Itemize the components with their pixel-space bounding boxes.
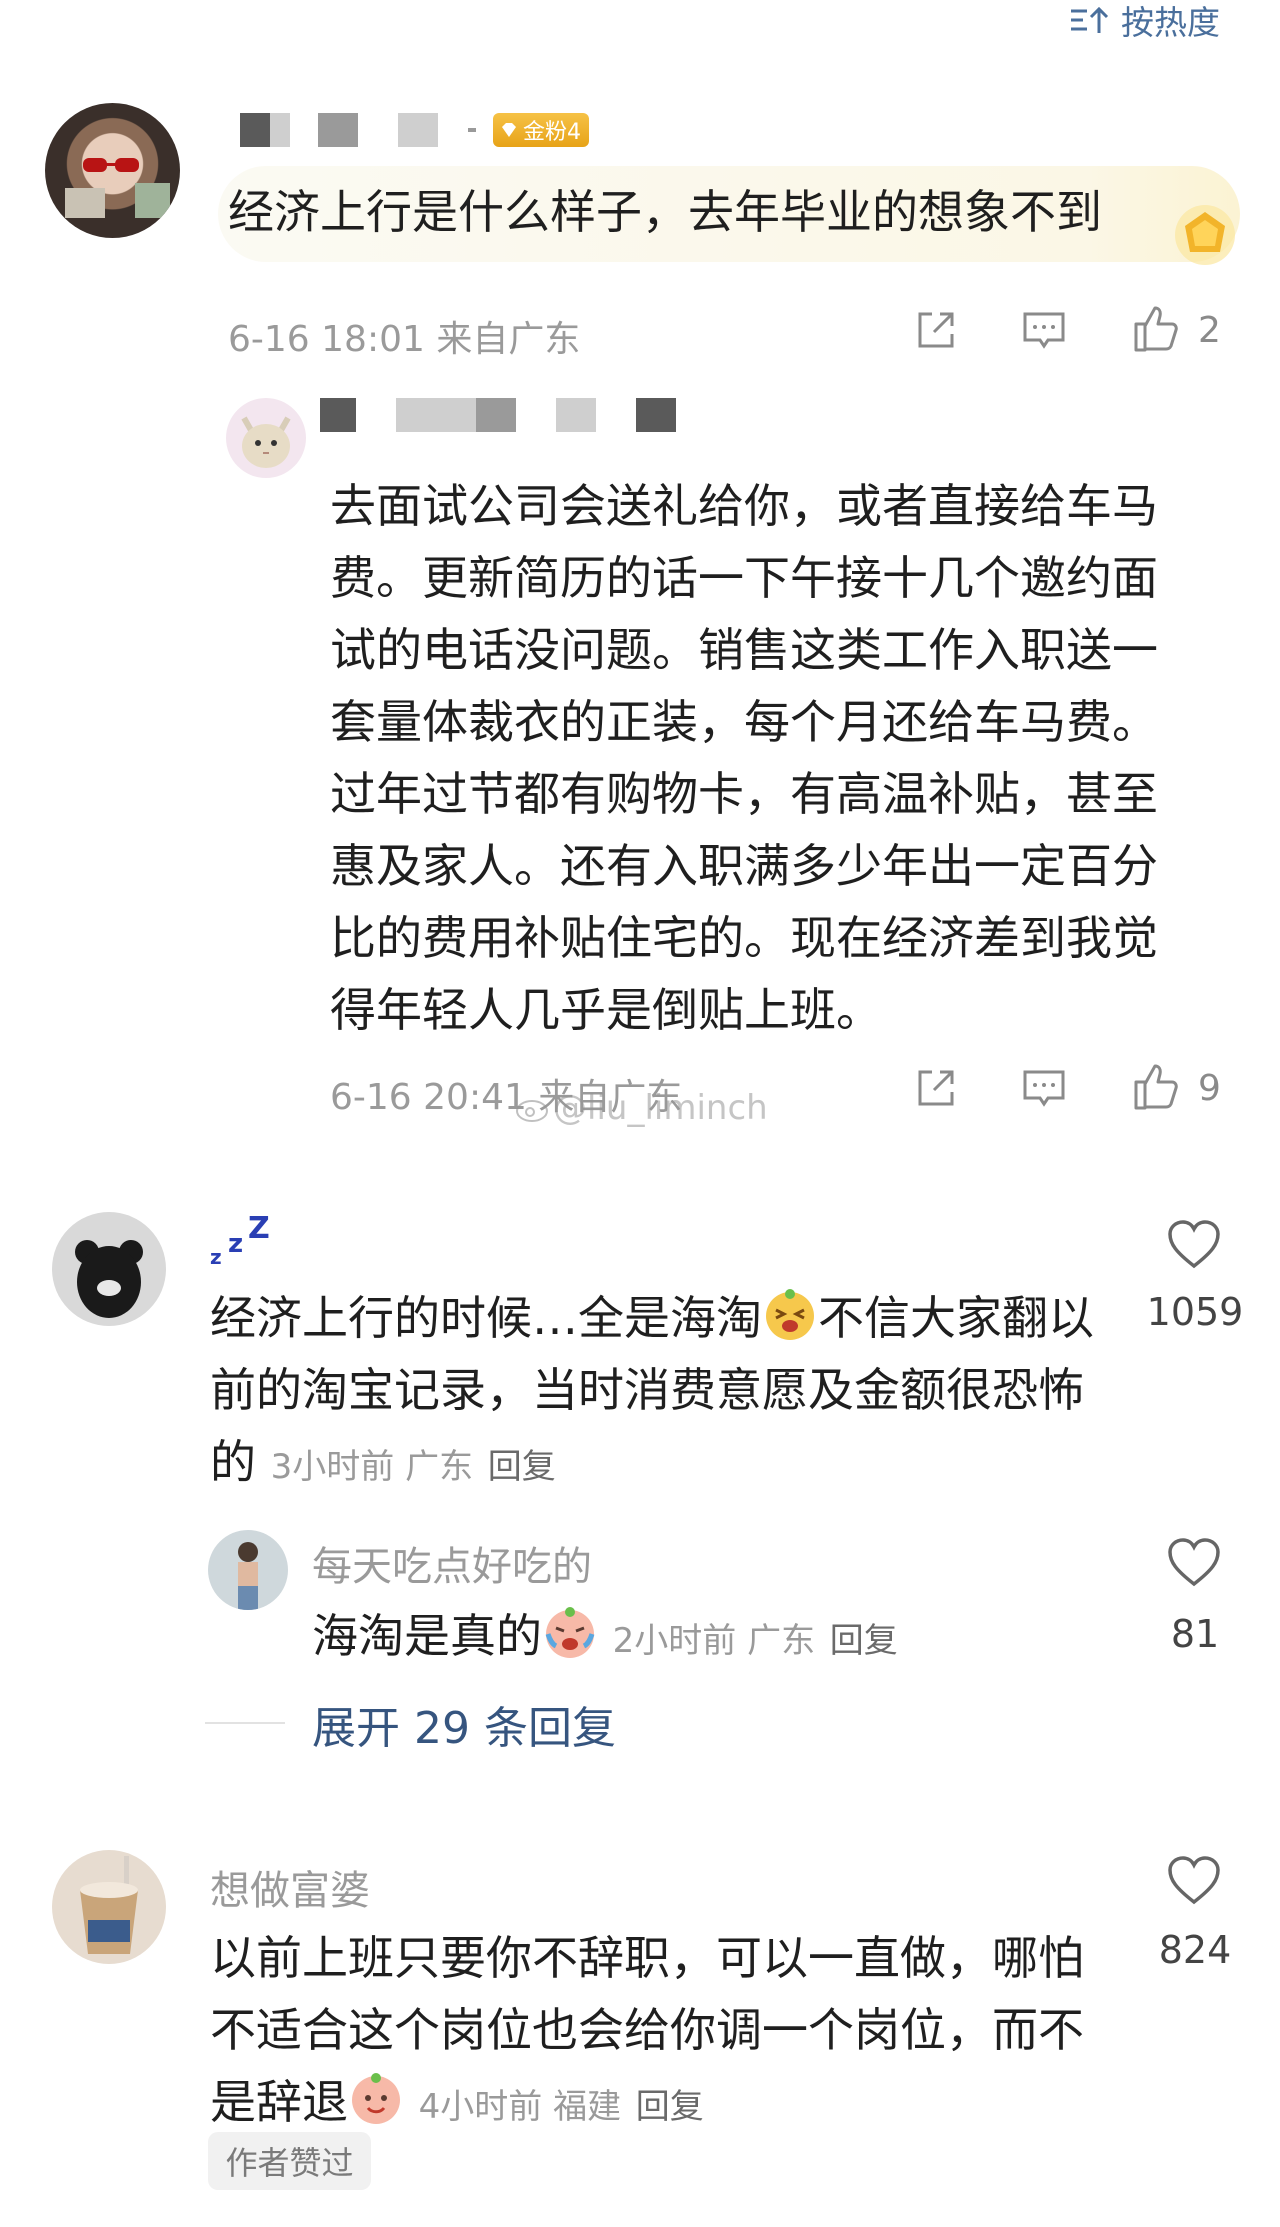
redacted-name (270, 113, 290, 147)
heart-icon[interactable] (1166, 1854, 1222, 1906)
avatar-photo (65, 158, 170, 218)
cat-avatar-photo (241, 416, 291, 468)
reply-line: 试的电话没问题。销售这类工作入职送一 (330, 623, 1158, 677)
redacted-name (436, 398, 476, 432)
sort-by-hot-button[interactable]: 按热度 (1069, 0, 1220, 42)
comment-line: 经济上行的时候…全是海淘 (210, 1291, 762, 1345)
like-count: 2 (1198, 310, 1221, 351)
redacted-name (636, 398, 676, 432)
fan-badge: 金粉4 (493, 113, 589, 147)
author-liked-tag: 作者赞过 (208, 2132, 371, 2190)
sort-label: 按热度 (1121, 3, 1220, 42)
comment-text: 经济上行的时候…全是海淘 不信大家翻以 前的淘宝记录，当时消费意愿及金额很恐怖 的… (210, 1282, 1094, 1503)
comment-line: 以前上班只要你不辞职，可以一直做，哪怕 (210, 1931, 1084, 1985)
weibo-logo-icon (516, 1100, 548, 1122)
reply-line: 惠及家人。还有入职满多少年出一定百分 (330, 839, 1158, 893)
sub-reply-meta: 2小时前 广东 (612, 1621, 816, 1661)
thumb-up-icon[interactable] (1130, 1060, 1182, 1112)
comment-meta: 4小时前 福建 (418, 2087, 622, 2127)
sub-reply-username[interactable]: 每天吃点好吃的 (312, 1534, 592, 1592)
divider (205, 1722, 285, 1724)
like-count: 1059 (1146, 1290, 1244, 1334)
comment-line: 前的淘宝记录，当时消费意愿及金额很恐怖 (210, 1363, 1084, 1417)
avatar[interactable] (45, 103, 180, 238)
comment-meta: 3小时前 广东 (270, 1447, 474, 1487)
comment-line: 是辞退 (210, 2075, 348, 2129)
drink-avatar-photo (80, 1856, 138, 1954)
redacted-name (398, 113, 438, 147)
reply-button[interactable]: 回复 (830, 1621, 898, 1661)
reply-line: 过年过节都有购物卡，有高温补贴，甚至 (330, 767, 1158, 821)
redacted-name (396, 398, 436, 432)
svg-text:z: z (210, 1245, 222, 1269)
smiling-face-emoji-icon (352, 2073, 400, 2124)
svg-text:Z: Z (248, 1212, 270, 1246)
sleep-zzz-icon: z z Z (210, 1212, 270, 1269)
watermark-text: @liu_liminch (553, 1088, 768, 1128)
share-icon[interactable] (912, 306, 960, 354)
like-count: 824 (1158, 1928, 1232, 1972)
redacted-name (556, 398, 596, 432)
avatar[interactable] (52, 1850, 166, 1964)
redacted-name (318, 113, 358, 147)
comment-username[interactable]: 想做富婆 (210, 1858, 370, 1916)
like-count: 9 (1198, 1068, 1221, 1109)
redacted-name (240, 113, 270, 147)
comment-line: 的 (210, 1435, 256, 1489)
comment-text: 以前上班只要你不辞职，可以一直做，哪怕 不适合这个岗位也会给你调一个岗位，而不 … (210, 1922, 1084, 2143)
redacted-name (468, 128, 476, 132)
thumb-up-icon[interactable] (1130, 302, 1182, 354)
sub-reply-text: 海淘是真的 2小时前 广东 回复 (312, 1600, 898, 1677)
reply-line: 得年轻人几乎是倒贴上班。 (330, 983, 882, 1037)
reply-icon[interactable] (1020, 1064, 1068, 1112)
reply-line: 费。更新简历的话一下午接十几个邀约面 (330, 551, 1158, 605)
heart-icon[interactable] (1166, 1218, 1222, 1270)
reply-button[interactable]: 回复 (488, 1447, 556, 1487)
comment-line: 不信大家翻以 (818, 1291, 1094, 1345)
person-avatar-photo (238, 1542, 258, 1610)
comment-text: 经济上行是什么样子，去年毕业的想象不到 (228, 185, 1102, 239)
badge-label: 金粉4 (523, 120, 581, 145)
avatar[interactable] (226, 398, 306, 478)
golden-gem-icon (1175, 205, 1235, 265)
reply-line: 去面试公司会送礼给你，或者直接给车马 (330, 479, 1158, 533)
share-icon[interactable] (912, 1064, 960, 1112)
avatar[interactable] (208, 1530, 288, 1610)
redacted-name (320, 398, 356, 432)
reply-icon[interactable] (1020, 306, 1068, 354)
sort-icon (1071, 6, 1109, 33)
laughing-face-emoji-icon (766, 1289, 814, 1340)
comment-meta: 6-16 18:01 来自广东 (228, 319, 581, 360)
reply-text: 去面试公司会送礼给你，或者直接给车马 费。更新简历的话一下午接十几个邀约面 试的… (330, 470, 1158, 1046)
like-count: 81 (1170, 1612, 1220, 1656)
watermark: @liu_liminch (515, 1088, 768, 1128)
svg-text:z: z (228, 1229, 243, 1259)
gem-icon (502, 123, 516, 137)
reply-line: 比的费用补贴住宅的。现在经济差到我觉 (330, 911, 1158, 965)
crying-laughing-emoji-icon (545, 1607, 595, 1658)
sub-reply-line: 海淘是真的 (312, 1609, 542, 1663)
expand-replies-button[interactable]: 展开 29 条回复 (312, 1692, 616, 1756)
reply-line: 套量体裁衣的正装，每个月还给车马费。 (330, 695, 1158, 749)
avatar[interactable] (52, 1212, 166, 1326)
reply-button[interactable]: 回复 (636, 2087, 704, 2127)
redacted-name (476, 398, 516, 432)
bear-avatar-photo (75, 1240, 143, 1318)
comment-line: 不适合这个岗位也会给你调一个岗位，而不 (210, 2003, 1084, 2057)
heart-icon[interactable] (1166, 1536, 1222, 1588)
